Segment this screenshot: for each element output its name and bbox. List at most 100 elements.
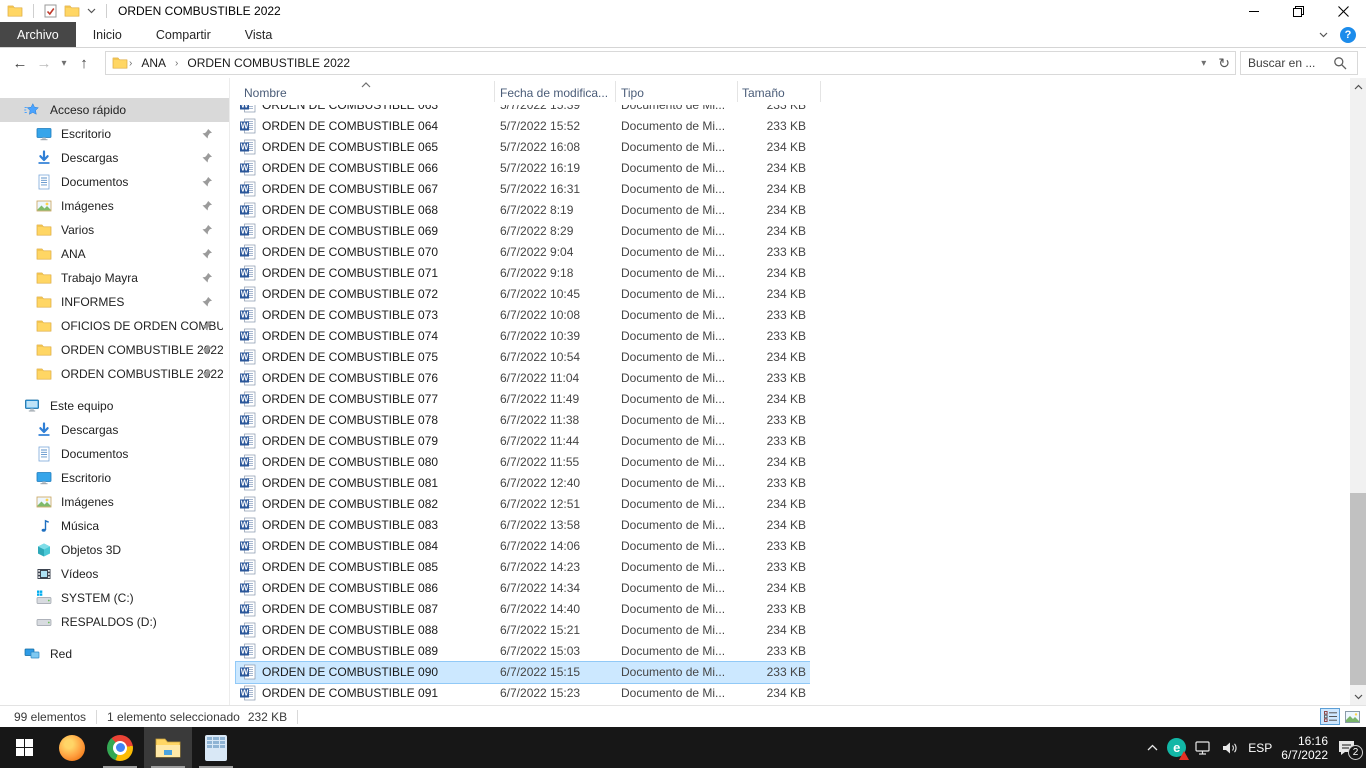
back-button[interactable]: ←	[8, 51, 32, 75]
sidebar-item-documentos[interactable]: Documentos	[0, 442, 229, 466]
column-divider[interactable]	[820, 81, 821, 102]
recent-locations-chevron-icon[interactable]: ▾	[56, 51, 72, 75]
sidebar-item-respaldos-d-[interactable]: RESPALDOS (D:)	[0, 610, 229, 634]
sidebar-item-im-genes[interactable]: Imágenes	[0, 194, 229, 218]
help-icon[interactable]: ?	[1340, 27, 1356, 43]
file-row[interactable]: WORDEN DE COMBUSTIBLE 0826/7/2022 12:51D…	[236, 494, 810, 515]
file-row[interactable]: WORDEN DE COMBUSTIBLE 0655/7/2022 16:08D…	[236, 137, 810, 158]
sidebar-section-quick-access[interactable]: Acceso rápido	[0, 98, 229, 122]
file-row[interactable]: WORDEN DE COMBUSTIBLE 0846/7/2022 14:06D…	[236, 536, 810, 557]
close-button[interactable]	[1321, 0, 1366, 22]
new-folder-icon[interactable]	[64, 3, 80, 19]
refresh-icon[interactable]: ↻	[1218, 55, 1230, 72]
search-input[interactable]	[1241, 56, 1333, 70]
file-row[interactable]: WORDEN DE COMBUSTIBLE 0645/7/2022 15:52D…	[236, 116, 810, 137]
address-dropdown-chevron-icon[interactable]: ▾	[1201, 58, 1206, 69]
file-row[interactable]: WORDEN DE COMBUSTIBLE 0806/7/2022 11:55D…	[236, 452, 810, 473]
qat-chevron-down-icon[interactable]	[87, 8, 96, 14]
file-row[interactable]: WORDEN DE COMBUSTIBLE 0706/7/2022 9:04Do…	[236, 242, 810, 263]
file-row[interactable]: WORDEN DE COMBUSTIBLE 0726/7/2022 10:45D…	[236, 284, 810, 305]
file-row[interactable]: WORDEN DE COMBUSTIBLE 0665/7/2022 16:19D…	[236, 158, 810, 179]
calculator-taskbar-button[interactable]	[192, 727, 240, 768]
file-row[interactable]: WORDEN DE COMBUSTIBLE 0866/7/2022 14:34D…	[236, 578, 810, 599]
column-divider[interactable]	[494, 81, 495, 102]
file-row[interactable]: WORDEN DE COMBUSTIBLE 0635/7/2022 15:39D…	[236, 105, 810, 116]
scrollbar-thumb[interactable]	[1350, 493, 1366, 685]
sidebar-item-escritorio[interactable]: Escritorio	[0, 122, 229, 146]
column-divider[interactable]	[615, 81, 616, 102]
column-divider[interactable]	[737, 81, 738, 102]
sidebar-item-ana[interactable]: ANA	[0, 242, 229, 266]
file-row[interactable]: WORDEN DE COMBUSTIBLE 0876/7/2022 14:40D…	[236, 599, 810, 620]
sidebar-item-system-c-[interactable]: SYSTEM (C:)	[0, 586, 229, 610]
file-row[interactable]: WORDEN DE COMBUSTIBLE 0686/7/2022 8:19Do…	[236, 200, 810, 221]
scroll-down-icon[interactable]	[1350, 688, 1366, 705]
file-row[interactable]: WORDEN DE COMBUSTIBLE 0896/7/2022 15:03D…	[236, 641, 810, 662]
file-row[interactable]: WORDEN DE COMBUSTIBLE 0796/7/2022 11:44D…	[236, 431, 810, 452]
notifications-icon[interactable]: 2	[1337, 740, 1356, 756]
sidebar-item-trabajo-mayra[interactable]: Trabajo Mayra	[0, 266, 229, 290]
antivirus-tray-icon[interactable]: e	[1167, 738, 1186, 757]
file-row[interactable]: WORDEN DE COMBUSTIBLE 0856/7/2022 14:23D…	[236, 557, 810, 578]
sidebar-item-oficios-de-orden-combu[interactable]: OFICIOS DE ORDEN COMBU	[0, 314, 229, 338]
column-header-size[interactable]: Tamaño	[742, 86, 785, 100]
ribbon-tab-vista[interactable]: Vista	[228, 22, 290, 47]
explorer-taskbar-button[interactable]	[144, 727, 192, 768]
file-row[interactable]: WORDEN DE COMBUSTIBLE 0886/7/2022 15:21D…	[236, 620, 810, 641]
sidebar-section-this-pc[interactable]: Este equipo	[0, 394, 229, 418]
file-row[interactable]: WORDEN DE COMBUSTIBLE 0906/7/2022 15:15D…	[236, 662, 810, 683]
sidebar-item-documentos[interactable]: Documentos	[0, 170, 229, 194]
chrome-taskbar-button[interactable]	[96, 727, 144, 768]
file-row[interactable]: WORDEN DE COMBUSTIBLE 0916/7/2022 15:23D…	[236, 683, 810, 704]
ribbon-tab-compartir[interactable]: Compartir	[139, 22, 228, 47]
file-row[interactable]: WORDEN DE COMBUSTIBLE 0776/7/2022 11:49D…	[236, 389, 810, 410]
file-row[interactable]: WORDEN DE COMBUSTIBLE 0816/7/2022 12:40D…	[236, 473, 810, 494]
sidebar-item-informes[interactable]: INFORMES	[0, 290, 229, 314]
up-button[interactable]: ↑	[72, 51, 96, 75]
ribbon-collapse-chevron-icon[interactable]	[1319, 32, 1328, 38]
file-row[interactable]: WORDEN DE COMBUSTIBLE 0766/7/2022 11:04D…	[236, 368, 810, 389]
sidebar-item-v-deos[interactable]: Vídeos	[0, 562, 229, 586]
scroll-up-icon[interactable]	[1350, 78, 1366, 95]
clock[interactable]: 16:16 6/7/2022	[1281, 734, 1328, 762]
file-row[interactable]: WORDEN DE COMBUSTIBLE 0675/7/2022 16:31D…	[236, 179, 810, 200]
breadcrumb-chevron-icon[interactable]: ›	[128, 58, 133, 69]
column-header-date[interactable]: Fecha de modifica...	[500, 86, 608, 100]
ribbon-tab-archivo[interactable]: Archivo	[0, 22, 76, 47]
vertical-scrollbar[interactable]	[1350, 78, 1366, 705]
file-row[interactable]: WORDEN DE COMBUSTIBLE 0786/7/2022 11:38D…	[236, 410, 810, 431]
column-header-type[interactable]: Tipo	[621, 86, 644, 100]
column-header-name[interactable]: Nombre	[244, 86, 287, 100]
file-row[interactable]: WORDEN DE COMBUSTIBLE 0736/7/2022 10:08D…	[236, 305, 810, 326]
sidebar-item-escritorio[interactable]: Escritorio	[0, 466, 229, 490]
breadcrumb-item[interactable]: ORDEN COMBUSTIBLE 2022	[181, 56, 356, 70]
file-row[interactable]: WORDEN DE COMBUSTIBLE 0746/7/2022 10:39D…	[236, 326, 810, 347]
volume-tray-icon[interactable]	[1222, 741, 1239, 755]
file-row[interactable]: WORDEN DE COMBUSTIBLE 0756/7/2022 10:54D…	[236, 347, 810, 368]
minimize-button[interactable]	[1231, 0, 1276, 22]
tray-chevron-up-icon[interactable]	[1147, 744, 1158, 751]
file-row[interactable]: WORDEN DE COMBUSTIBLE 0716/7/2022 9:18Do…	[236, 263, 810, 284]
start-taskbar-button[interactable]	[0, 727, 48, 768]
sidebar-item-descargas[interactable]: Descargas	[0, 418, 229, 442]
search-icon[interactable]	[1333, 56, 1347, 70]
sidebar-item-varios[interactable]: Varios	[0, 218, 229, 242]
sidebar-item-orden-combustible-2022[interactable]: ORDEN COMBUSTIBLE 2022	[0, 362, 229, 386]
sidebar-item-m-sica[interactable]: Música	[0, 514, 229, 538]
network-tray-icon[interactable]	[1195, 741, 1213, 755]
sidebar-section-network[interactable]: Red	[0, 642, 229, 666]
file-row[interactable]: WORDEN DE COMBUSTIBLE 0696/7/2022 8:29Do…	[236, 221, 810, 242]
breadcrumb-item[interactable]: ANA	[135, 56, 172, 70]
address-bar[interactable]: ›ANA›ORDEN COMBUSTIBLE 2022	[105, 51, 1236, 75]
ribbon-tab-inicio[interactable]: Inicio	[76, 22, 139, 47]
properties-check-icon[interactable]	[44, 4, 57, 18]
language-indicator[interactable]: ESP	[1248, 741, 1272, 755]
forward-button[interactable]: →	[32, 51, 56, 75]
sidebar-item-objetos-3d[interactable]: Objetos 3D	[0, 538, 229, 562]
sidebar-item-orden-combustible-2022[interactable]: ORDEN COMBUSTIBLE 2022	[0, 338, 229, 362]
file-row[interactable]: WORDEN DE COMBUSTIBLE 0836/7/2022 13:58D…	[236, 515, 810, 536]
sidebar-item-descargas[interactable]: Descargas	[0, 146, 229, 170]
details-view-button[interactable]	[1320, 708, 1340, 725]
restore-button[interactable]	[1276, 0, 1321, 22]
thumbnails-view-button[interactable]	[1342, 708, 1362, 725]
